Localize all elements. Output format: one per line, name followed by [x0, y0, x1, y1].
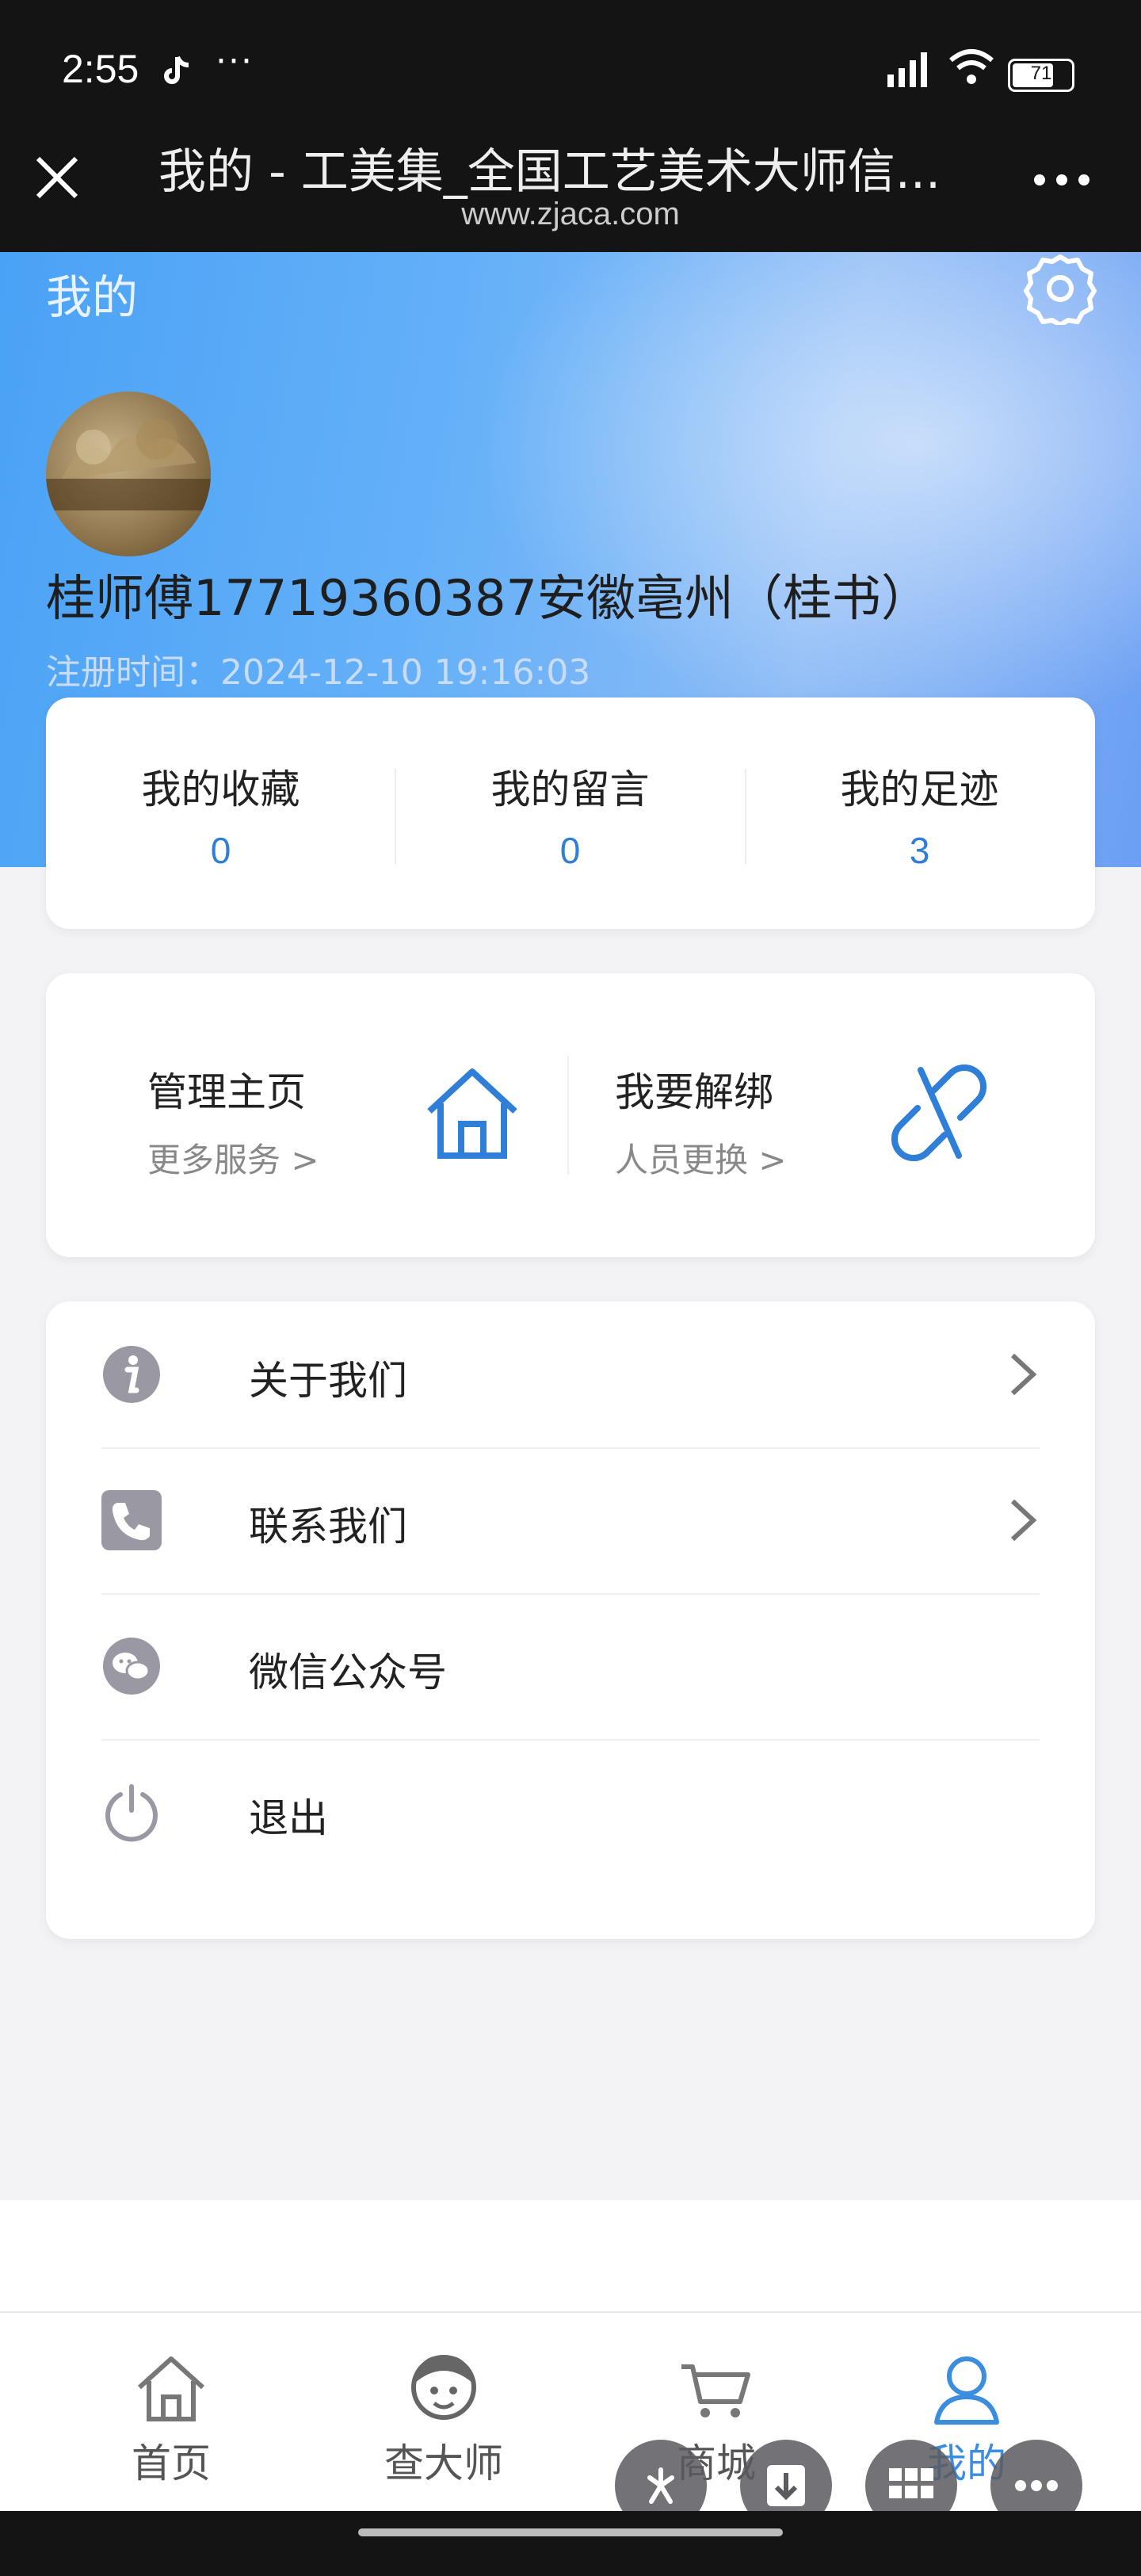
master-face-icon — [411, 2355, 476, 2420]
signal-icon — [887, 52, 927, 87]
divider — [567, 1056, 569, 1175]
stat-label: 我的足迹 — [840, 766, 999, 812]
menu-item-logout[interactable]: 退出 — [101, 1739, 1040, 1885]
username: 桂师傅17719360387安徽亳州（桂书） — [46, 569, 930, 627]
battery-level: 71 — [1030, 63, 1052, 84]
tab-home[interactable]: 首页 — [29, 2313, 314, 2513]
stats-card: 我的收藏 0 我的留言 0 我的足迹 3 — [46, 698, 1095, 929]
battery-icon: 71 — [1008, 59, 1074, 92]
stat-footprints[interactable]: 我的足迹 3 — [745, 698, 1094, 929]
tab-find-master[interactable]: 查大师 — [301, 2313, 586, 2513]
menu-item-wechat[interactable]: 微信公众号 — [101, 1593, 1040, 1739]
stat-value: 3 — [909, 830, 930, 871]
manage-card: 管理主页 更多服务 > 我要解绑 人员更换 > — [46, 973, 1095, 1257]
menu-label: 联系我们 — [249, 1504, 407, 1550]
status-time: 2:55 — [62, 47, 139, 91]
manage-subtitle: 更多服务 > — [147, 1141, 319, 1179]
menu-label: 退出 — [249, 1795, 328, 1841]
stat-label: 我的留言 — [490, 766, 650, 812]
user-icon — [934, 2356, 999, 2425]
tiktok-icon — [164, 55, 189, 84]
cart-icon — [681, 2364, 750, 2417]
home-icon — [137, 2356, 205, 2421]
home-icon[interactable] — [422, 1062, 523, 1164]
phone-icon — [101, 1490, 162, 1550]
chevron-right-icon — [1010, 1353, 1037, 1396]
menu-label: 关于我们 — [249, 1358, 407, 1404]
register-time: 注册时间：2024-12-10 19:16:03 — [46, 652, 591, 693]
unbind-title: 我要解绑 — [615, 1069, 773, 1115]
menu-item-about[interactable]: 关于我们 — [101, 1301, 1040, 1447]
status-more-dots: ··· — [216, 41, 254, 82]
menu-card: 关于我们 联系我们 微信公众号 退出 — [46, 1301, 1095, 1939]
info-icon — [103, 1346, 160, 1403]
page-title: 我的 - 工美集_全国工艺美术大师信... — [158, 144, 941, 200]
tab-label: 查大师 — [384, 2440, 503, 2486]
menu-item-contact[interactable]: 联系我们 — [101, 1447, 1040, 1593]
avatar[interactable] — [46, 392, 211, 556]
manage-title: 管理主页 — [147, 1069, 306, 1115]
menu-label: 微信公众号 — [249, 1649, 447, 1695]
power-icon — [105, 1784, 158, 1842]
content-bottom-space — [0, 2200, 1141, 2311]
wifi-icon — [949, 49, 994, 84]
unlink-icon[interactable] — [889, 1062, 990, 1164]
stat-favorites[interactable]: 我的收藏 0 — [46, 698, 395, 929]
unbind-subtitle: 人员更换 > — [615, 1141, 787, 1179]
home-indicator[interactable] — [358, 2528, 783, 2536]
stat-value: 0 — [210, 830, 231, 871]
stat-label: 我的收藏 — [141, 766, 300, 812]
unbind-button[interactable]: 我要解绑 人员更换 > — [615, 1061, 787, 1182]
page-url: www.zjaca.com — [461, 197, 680, 231]
tab-label: 首页 — [132, 2440, 211, 2486]
header-title: 我的 — [46, 270, 139, 324]
settings-gear-icon[interactable] — [1024, 252, 1097, 325]
bottom-tab-bar: 首页 查大师 商城 我的 — [0, 2311, 1141, 2513]
wechat-icon — [103, 1638, 160, 1695]
close-icon[interactable] — [32, 152, 82, 203]
more-options-icon[interactable] — [1030, 168, 1093, 192]
stat-messages[interactable]: 我的留言 0 — [395, 698, 745, 929]
stat-value: 0 — [559, 830, 581, 871]
chevron-right-icon — [1010, 1499, 1037, 1542]
system-nav-strip — [0, 2511, 1141, 2576]
manage-homepage-button[interactable]: 管理主页 更多服务 > — [147, 1061, 319, 1182]
